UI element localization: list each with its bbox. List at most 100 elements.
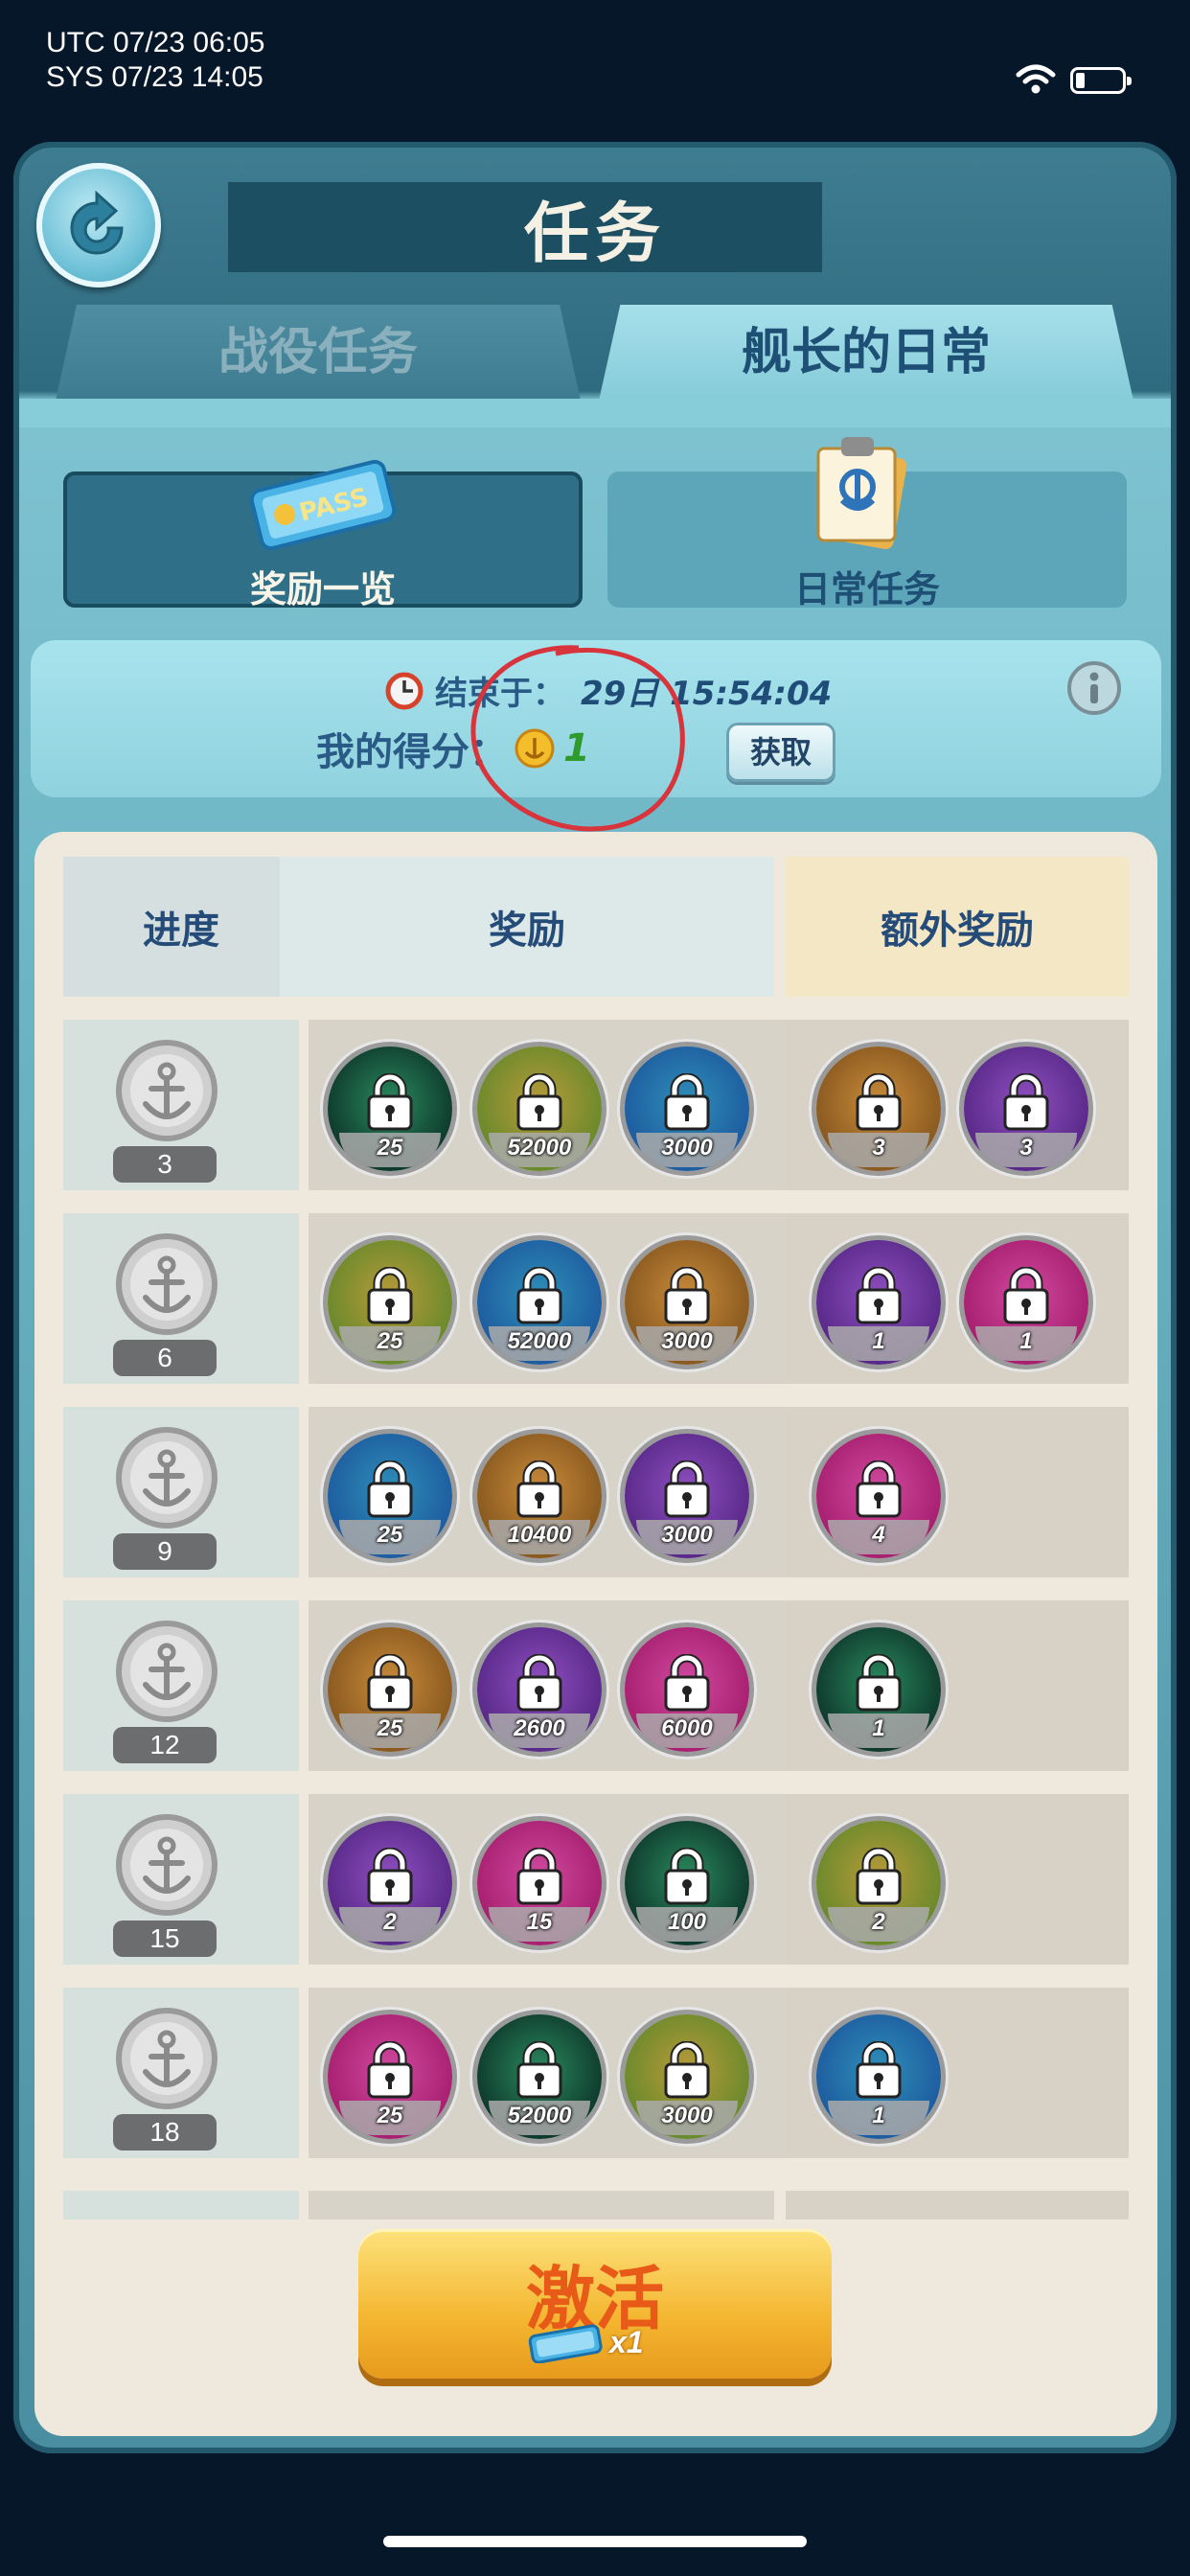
item-quantity: 3000 [661,1522,713,1548]
extra-reward-item[interactable]: 4 [816,1434,941,1558]
reward-item[interactable]: 25 [328,2014,452,2139]
back-arrow-icon [70,190,124,255]
lock-icon [661,1847,713,1905]
lock-icon [661,1460,713,1518]
tab-strip [19,399,1171,427]
item-quantity: 2 [872,1909,885,1935]
reward-item[interactable]: 3000 [625,1046,749,1171]
header-rewards: 奖励 [280,857,774,997]
get-points-button[interactable]: 获取 [726,723,835,782]
home-indicator [383,2536,807,2547]
anchor-medal-icon [116,1040,217,1141]
item-quantity: 2600 [514,1715,565,1741]
progress-level: 18 [113,2114,217,2150]
reward-item[interactable]: 52000 [477,1046,602,1171]
item-quantity: 1 [1019,1328,1033,1354]
progress-cell: 18 [63,1988,299,2158]
clock-icon [385,672,423,709]
item-quantity: 3 [1019,1135,1033,1161]
reward-item[interactable]: 25 [328,1240,452,1365]
extra-reward-item[interactable]: 2 [816,1821,941,1945]
table-row: 12 25 2600 6000 1 [63,1600,1129,1771]
progress-cell: 12 [63,1600,299,1771]
table-row: 3 25 52000 3000 3 3 [63,1020,1129,1190]
subtab-rewards-overview[interactable]: PASS 奖励一览 [63,459,583,610]
anchor-medal-icon [116,1427,217,1529]
clipboard-icon [816,437,907,549]
item-quantity: 2 [383,1909,397,1935]
info-icon[interactable] [1065,659,1123,717]
lock-icon [661,2040,713,2099]
lock-icon [364,2040,416,2099]
item-quantity: 3000 [661,1328,713,1354]
progress-level: 12 [113,1727,217,1763]
reward-item[interactable]: 3000 [625,1434,749,1558]
item-quantity: 3000 [661,2103,713,2128]
tab-captain-daily[interactable]: 舰长的日常 [599,305,1133,401]
item-quantity: 10400 [507,1522,572,1548]
lock-icon [853,1266,904,1324]
lock-icon [364,1460,416,1518]
reward-item[interactable]: 52000 [477,1240,602,1365]
header-progress: 进度 [63,857,299,997]
lock-icon [514,2040,565,2099]
lock-icon [853,1847,904,1905]
item-quantity: 1 [872,1328,885,1354]
page-title: 任务 [523,196,666,272]
tab-campaign-missions[interactable]: 战役任务 [56,305,581,401]
lock-icon [514,1072,565,1131]
anchor-medal-icon [116,1621,217,1722]
sys-time: SYS 07/23 14:05 [46,61,263,93]
extra-reward-item[interactable]: 1 [816,1627,941,1752]
table-row: 6 25 52000 3000 1 1 [63,1213,1129,1384]
lock-icon [514,1460,565,1518]
reward-item[interactable]: 2 [328,1821,452,1945]
lock-icon [661,1266,713,1324]
extra-reward-item[interactable]: 1 [816,1240,941,1365]
lock-icon [1000,1072,1052,1131]
back-button[interactable] [36,163,161,288]
activate-quantity: x1 [609,2325,644,2359]
reward-item[interactable]: 25 [328,1627,452,1752]
lock-icon [364,1653,416,1712]
anchor-medal-icon [116,2008,217,2109]
activate-button[interactable]: 激活 x1 [358,2229,832,2379]
reward-item[interactable]: 3000 [625,2014,749,2139]
anchor-medal-icon [116,1814,217,1916]
item-quantity: 25 [377,1715,403,1741]
progress-cell: 9 [63,1407,299,1577]
reward-item[interactable]: 2600 [477,1627,602,1752]
reward-item[interactable]: 100 [625,1821,749,1945]
status-bar: UTC 07/23 06:05 SYS 07/23 14:05 [0,0,1190,134]
extra-reward-item[interactable]: 3 [964,1046,1088,1171]
table-row: 18 25 52000 3000 1 [63,1988,1129,2158]
lock-icon [853,2040,904,2099]
lock-icon [853,1653,904,1712]
reward-item[interactable]: 25 [328,1046,452,1171]
item-quantity: 3 [872,1135,885,1161]
reward-item[interactable]: 10400 [477,1434,602,1558]
extra-reward-item[interactable]: 3 [816,1046,941,1171]
utc-time: UTC 07/23 06:05 [46,27,265,58]
reward-item[interactable]: 3000 [625,1240,749,1365]
reward-item[interactable]: 6000 [625,1627,749,1752]
extra-reward-item[interactable]: 1 [964,1240,1088,1365]
progress-cell: 3 [63,1020,299,1190]
lock-icon [661,1653,713,1712]
lock-icon [364,1072,416,1131]
table-row: 9 25 10400 3000 4 [63,1407,1129,1577]
subtab-daily-tasks-label: 日常任务 [793,568,940,610]
lock-icon [364,1847,416,1905]
lock-icon [514,1653,565,1712]
item-quantity: 25 [377,1522,403,1548]
progress-cell: 6 [63,1213,299,1384]
reward-item[interactable]: 25 [328,1434,452,1558]
reward-table: 进度 奖励 额外奖励 3 25 52000 3000 3 3 6 25 52000 3000 1 1 9… [34,832,1157,2436]
reward-item[interactable]: 52000 [477,2014,602,2139]
reward-item[interactable]: 15 [477,1821,602,1945]
lock-icon [514,1266,565,1324]
item-quantity: 52000 [507,2103,572,2128]
progress-cell: 15 [63,1794,299,1965]
subtab-daily-tasks[interactable]: 日常任务 [607,437,1127,610]
extra-reward-item[interactable]: 1 [816,2014,941,2139]
